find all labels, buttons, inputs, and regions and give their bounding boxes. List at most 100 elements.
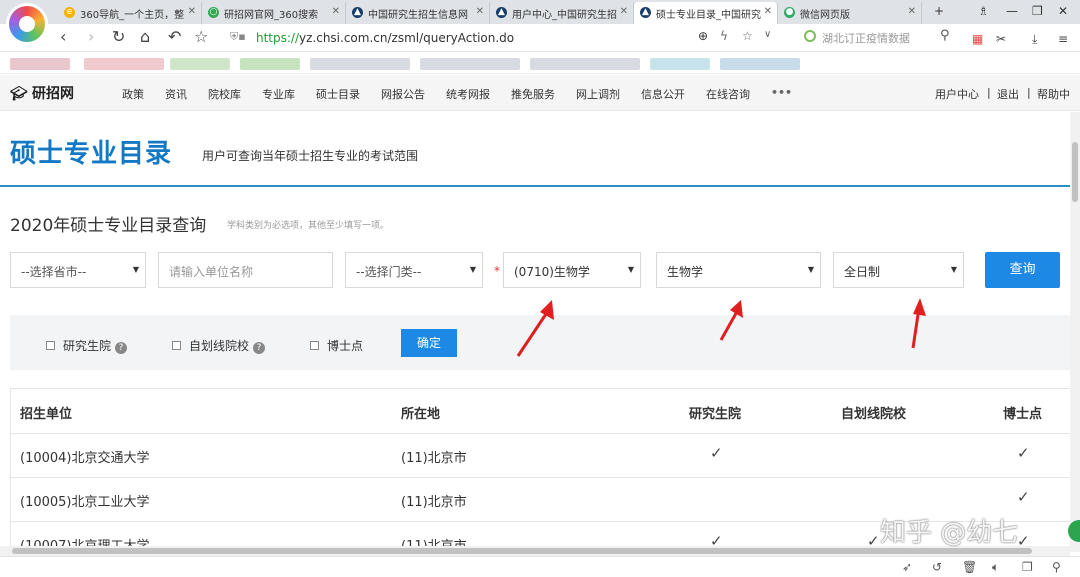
study-mode-select[interactable]: 全日制 ▼ [833,252,964,288]
apps-grid-icon[interactable]: ▦ [972,30,983,48]
province-select[interactable]: --选择省市-- ▼ [10,252,146,288]
shirt-icon[interactable]: ♗ [978,4,989,18]
window-icon[interactable]: ❐ [1022,560,1033,574]
undo-icon[interactable]: ↶ [168,28,181,46]
check-icon: ✓ [710,444,723,462]
url-field[interactable]: ⛨▪ https://yz.chsi.com.cn/zsml/queryActi… [222,27,782,49]
close-icon[interactable]: ✕ [476,6,484,17]
nav-registration-notice[interactable]: 网报公告 [381,86,425,102]
unit-name-input[interactable]: 请输入单位名称 [158,252,333,288]
tab-wechat[interactable]: ● 微信网页版 ✕ [778,2,922,24]
bookmark-item[interactable] [310,58,410,70]
browser-search-box[interactable]: 湖北订正疫情数据 ⚲ [800,28,962,48]
tab-360-search[interactable]: ○ 研招网官网_360搜索 ✕ [202,2,346,24]
table-row[interactable]: (10004)北京交通大学 (11)北京市 ✓ ✓ [11,433,1071,477]
nav-online-adjust[interactable]: 网上调剂 [576,86,620,102]
query-hint: 学科类别为必选项，其他至少填写一项。 [227,221,390,231]
column-header-self-line: 自划线院校 [841,407,907,422]
bookmark-item[interactable] [84,58,164,70]
graduation-cap-icon: ▲ [352,7,363,18]
close-icon[interactable]: ✕ [764,6,772,17]
unit-cell[interactable]: (10004)北京交通大学 [20,447,150,466]
nav-info-disclosure[interactable]: 信息公开 [641,86,685,102]
download-icon[interactable]: ⤓ [1032,30,1037,48]
checkbox-icon[interactable] [172,341,181,350]
bookmark-item[interactable] [10,58,70,70]
caret-down-icon: ▼ [469,265,476,274]
vertical-scrollbar[interactable] [1070,112,1080,552]
self-line-checkbox[interactable]: 自划线院校? [172,337,266,354]
column-header-graduate-school: 研究生院 [689,407,742,422]
bookmark-item[interactable] [240,58,300,70]
scrollbar-thumb[interactable] [12,548,1032,554]
tab-360-nav[interactable]: e 360导航_一个主页，整 ✕ [58,2,202,24]
checkbox-icon[interactable] [310,341,319,350]
browser-logo-icon[interactable] [6,3,48,45]
close-window-icon[interactable]: ✕ [1058,4,1068,18]
tab-master-catalog[interactable]: ▲ 硕士专业目录_中国研究 ✕ [634,2,778,24]
close-icon[interactable]: ✕ [332,6,340,17]
page-header: 硕士专业目录 用户可查询当年硕士招生专业的考试范围 [0,111,1072,187]
bookmark-item[interactable] [720,58,800,70]
logout-link[interactable]: 退出 [997,86,1019,102]
dropdown-icon[interactable]: ∨ [764,29,771,40]
refresh-icon[interactable]: ↺ [932,560,942,574]
red-arrow-annotation [911,298,926,349]
favorite-icon[interactable]: ☆ [742,29,753,43]
scissors-icon[interactable]: ✂ [996,30,1006,48]
nav-policy[interactable]: 政策 [122,86,144,102]
help-link[interactable]: 帮助中 [1037,86,1070,102]
volume-icon[interactable]: 🔈︎ [992,560,999,575]
minimize-icon[interactable]: — [1006,4,1018,18]
back-icon[interactable]: ‹ [60,28,66,46]
tab-user-center[interactable]: ▲ 用户中心_中国研究生招 ✕ [490,2,634,24]
zoom-icon[interactable]: ⊕ [698,29,708,43]
divider: | [1027,86,1031,99]
reload-icon[interactable]: ↻ [112,28,125,46]
rocket-icon[interactable]: ➶ [902,560,912,574]
graduate-school-checkbox[interactable]: 研究生院? [46,337,128,354]
bookmark-item[interactable] [650,58,710,70]
search-icon[interactable]: ⚲ [940,28,950,43]
forward-icon[interactable]: › [88,28,94,46]
help-icon[interactable]: ? [115,342,128,354]
lightning-icon[interactable]: ϟ [720,29,728,43]
close-icon[interactable]: ✕ [188,6,196,17]
subject-select[interactable]: (0710)生物学 ▼ [503,252,641,288]
doctoral-checkbox[interactable]: 博士点 [310,337,363,354]
user-center-link[interactable]: 用户中心 [935,86,979,102]
close-icon[interactable]: ✕ [620,6,628,17]
bookmark-item[interactable] [170,58,230,70]
bookmarks-bar [0,52,1080,74]
nav-recommendation[interactable]: 推免服务 [511,86,555,102]
bookmark-item[interactable] [530,58,640,70]
tab-chsi-home[interactable]: ▲ 中国研究生招生信息网 ✕ [346,2,490,24]
unit-cell[interactable]: (10005)北京工业大学 [20,491,150,510]
star-icon[interactable]: ☆ [194,28,208,46]
nav-unified-registration[interactable]: 统考网报 [446,86,490,102]
nav-more[interactable]: ••• [771,86,792,99]
nav-master-catalog[interactable]: 硕士目录 [316,86,360,102]
zoom-icon[interactable]: ⚲ [1052,560,1061,574]
nav-news[interactable]: 资讯 [165,86,187,102]
close-icon[interactable]: ✕ [908,6,916,17]
major-select[interactable]: 生物学 ▼ [656,252,821,288]
graduation-cap-icon: 🎓︎ [10,86,28,102]
trash-icon[interactable]: 🗑︎ [962,560,977,574]
confirm-button[interactable]: 确定 [401,329,457,357]
nav-major-library[interactable]: 专业库 [262,86,295,102]
site-logo[interactable]: 🎓︎ 研招网 [10,83,74,103]
menu-icon[interactable]: ≡ [1058,30,1068,48]
query-button[interactable]: 查询 [985,252,1060,288]
restore-icon[interactable]: ❐ [1032,4,1043,18]
checkbox-icon[interactable] [46,341,55,350]
nav-school-library[interactable]: 院校库 [208,86,241,102]
help-icon[interactable]: ? [253,342,266,354]
category-select[interactable]: --选择门类-- ▼ [345,252,483,288]
location-cell: (11)北京市 [401,495,467,510]
bookmark-item[interactable] [420,58,520,70]
nav-online-consult[interactable]: 在线咨询 [706,86,750,102]
scrollbar-thumb[interactable] [1072,142,1078,202]
new-tab-icon[interactable]: + [934,4,944,18]
home-icon[interactable]: ⌂ [140,28,150,46]
